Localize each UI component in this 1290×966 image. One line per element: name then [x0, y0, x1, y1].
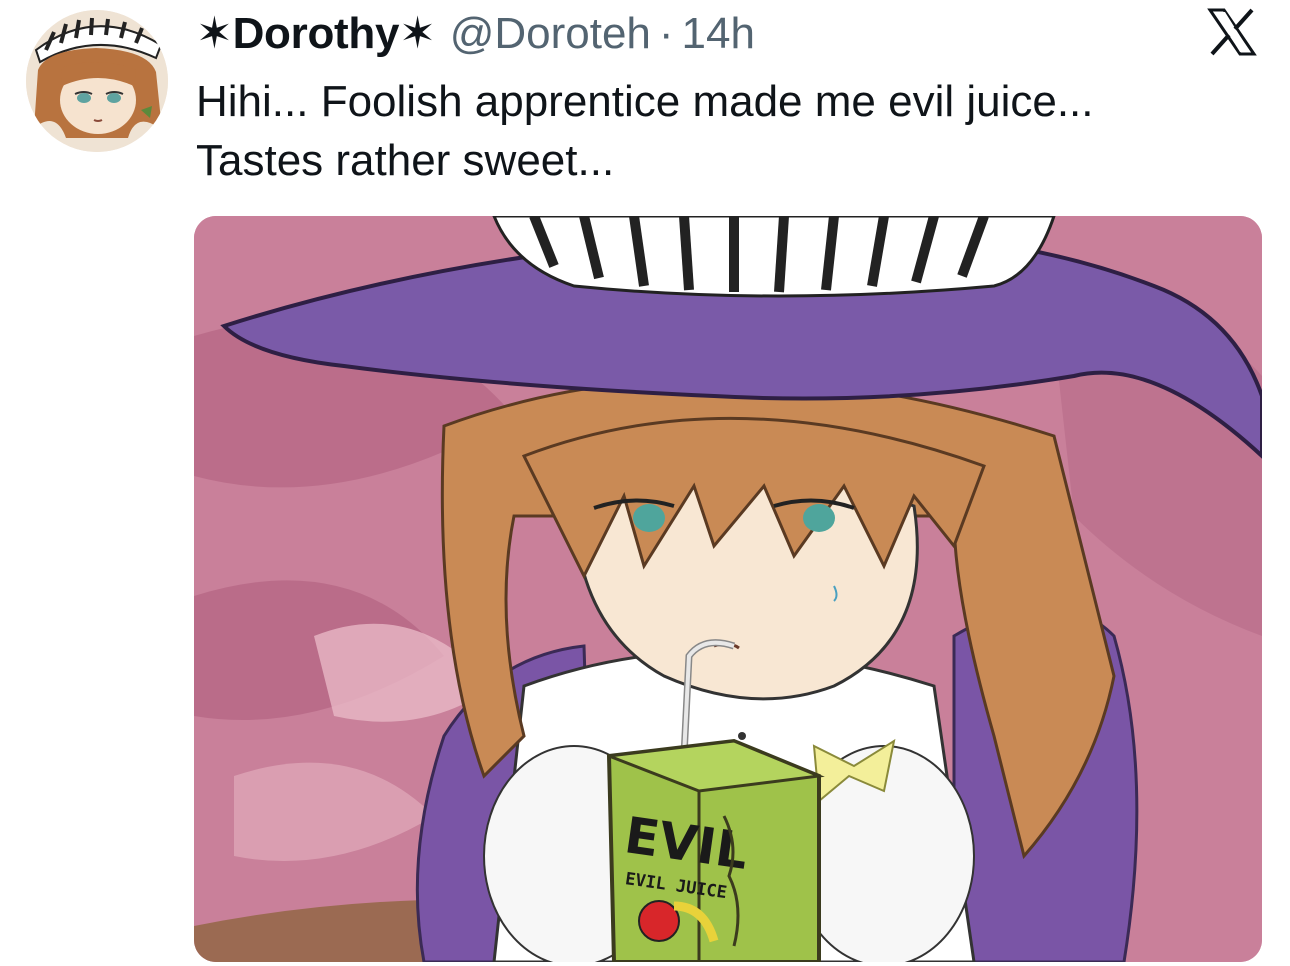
tweet-text-line: Tastes rather sweet...: [196, 136, 615, 185]
evil-juice-illustration: EVIL EVIL JUICE: [194, 216, 1262, 962]
tweet-timestamp[interactable]: 14h: [682, 9, 755, 59]
tweet-text: Hihi... Foolish apprentice made me evil …: [196, 72, 1256, 190]
tweet-text-line: Hihi... Foolish apprentice made me evil …: [196, 77, 1094, 126]
x-logo-icon[interactable]: [1206, 6, 1258, 58]
tweet-media-image[interactable]: EVIL EVIL JUICE: [194, 216, 1262, 962]
tweet-header: ✶Dorothy✶ @Doroteh · 14h: [196, 8, 755, 60]
witch-girl-avatar-icon: [26, 10, 168, 152]
author-handle[interactable]: @Doroteh: [450, 9, 651, 59]
author-display-name[interactable]: ✶Dorothy✶: [196, 8, 436, 59]
separator-dot: ·: [658, 9, 674, 58]
evil-juice-box: EVIL EVIL JUICE: [606, 738, 825, 962]
author-avatar[interactable]: [26, 10, 168, 152]
